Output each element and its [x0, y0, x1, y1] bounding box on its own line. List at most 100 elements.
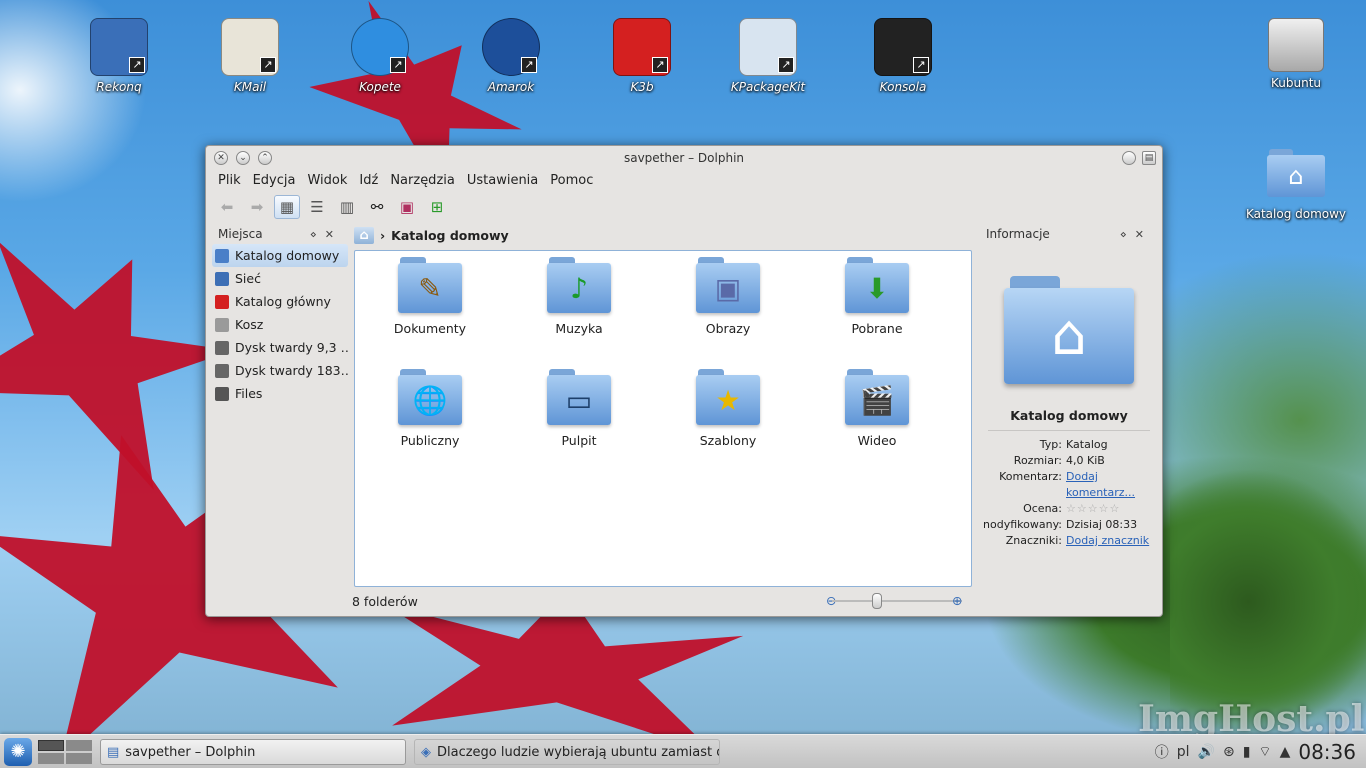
- volume-icon[interactable]: 🔊: [1198, 744, 1215, 760]
- network-icon[interactable]: ⊛: [1223, 744, 1235, 760]
- pencil-icon: ✎: [418, 272, 442, 305]
- minimize-icon[interactable]: ⌄: [236, 151, 250, 165]
- folder-item[interactable]: ✎ Dokumenty: [365, 257, 495, 336]
- desktop-icon-rekonq[interactable]: ↗ Rekonq: [64, 18, 174, 94]
- folder-icon: 🌐: [398, 369, 462, 427]
- menu-plik[interactable]: Plik: [212, 170, 247, 192]
- info-link[interactable]: Dodaj znacznik: [1066, 533, 1158, 549]
- info-row: Ocena: ☆☆☆☆☆: [980, 501, 1158, 517]
- zoom-slider-handle[interactable]: [872, 593, 882, 609]
- pager-icon[interactable]: [38, 740, 92, 764]
- dolphin-window: ✕ ⌄ ⌃ savpether – Dolphin ▤ Plik Edycja Wi…: [205, 145, 1163, 617]
- preview-icon[interactable]: ▣: [394, 195, 420, 219]
- desktop-icon-k3b[interactable]: ↗ K3b: [587, 18, 697, 94]
- menu-widok[interactable]: Widok: [301, 170, 353, 192]
- folder-item[interactable]: ⬇ Pobrane: [812, 257, 942, 336]
- taskbar-task-dolphin[interactable]: ▤ savpether – Dolphin: [100, 739, 406, 765]
- kickoff-menu-icon[interactable]: ✺: [4, 738, 32, 766]
- desktop-icon-home[interactable]: ⌂ Katalog domowy: [1241, 145, 1351, 221]
- places-item-label: Kosz: [235, 317, 264, 332]
- breadcrumb[interactable]: ⌂ › Katalog domowy: [352, 224, 976, 246]
- places-item-label: Files: [235, 386, 263, 401]
- wallpaper-foliage: [1170, 470, 1366, 734]
- places-item[interactable]: Katalog domowy: [212, 244, 348, 267]
- window-titlebar[interactable]: ✕ ⌄ ⌃ savpether – Dolphin ▤: [206, 146, 1162, 170]
- places-item[interactable]: Katalog główny: [212, 290, 348, 313]
- desktop-icon-label: Katalog domowy: [1245, 207, 1347, 221]
- taskbar-task-browser[interactable]: ◈ Dlaczego ludzie wybierają ubuntu zamia…: [414, 739, 720, 765]
- window-menu-icon[interactable]: [1122, 151, 1136, 165]
- folder-item[interactable]: 🌐 Publiczny: [365, 369, 495, 448]
- folder-icon: ★: [696, 369, 760, 427]
- download-arrow-icon: ⬇: [865, 272, 889, 305]
- info-row: Typ: Katalog: [980, 437, 1158, 453]
- folder-item[interactable]: ♪ Muzyka: [514, 257, 644, 336]
- panel-controls[interactable]: ⋄✕: [1120, 228, 1152, 241]
- folder-item[interactable]: ▭ Pulpit: [514, 369, 644, 448]
- desktop-icon-kpackagekit[interactable]: ↗ KPackageKit: [713, 18, 823, 94]
- information-panel: Informacje ⋄✕ ⌂ Katalog domowy Typ: Katal…: [980, 224, 1158, 614]
- folder-icon: ♪: [547, 257, 611, 315]
- info-row: Komentarz: Dodaj komentarz...: [980, 469, 1158, 501]
- menu-pomoc[interactable]: Pomoc: [544, 170, 599, 192]
- info-icon[interactable]: ⓘ: [1155, 742, 1169, 762]
- desktop-icon-amarok[interactable]: ↗ Amarok: [456, 18, 566, 94]
- chevron-right-icon: ›: [380, 227, 386, 243]
- desktop-icon-kopete[interactable]: ↗ Kopete: [325, 18, 435, 94]
- icons-view-icon[interactable]: ▦: [274, 195, 300, 219]
- places-item[interactable]: Kosz: [212, 313, 348, 336]
- desktop-icon-kubuntu[interactable]: Kubuntu: [1241, 18, 1351, 90]
- forward-arrow-icon[interactable]: ➡: [244, 195, 270, 219]
- place-icon: [215, 248, 229, 263]
- places-item-label: Dysk twardy 9,3 …: [235, 340, 348, 355]
- info-key: Znaczniki:: [1005, 534, 1062, 547]
- rekonq-icon: ↗: [90, 18, 148, 76]
- folder-item[interactable]: ★ Szablony: [663, 369, 793, 448]
- desktop-icon-konsola[interactable]: ↗ Konsola: [848, 18, 958, 94]
- info-value: Dzisiaj 08:33: [1066, 518, 1138, 531]
- desktop-icon-kmail[interactable]: ↗ KMail: [195, 18, 305, 94]
- close-icon[interactable]: ✕: [214, 151, 228, 165]
- notifications-icon[interactable]: ▲: [1280, 744, 1291, 760]
- keyboard-layout[interactable]: pl: [1177, 744, 1190, 760]
- zoom-in-icon[interactable]: ⊕: [952, 593, 962, 608]
- places-item[interactable]: Files: [212, 382, 348, 405]
- places-item[interactable]: Dysk twardy 9,3 …: [212, 336, 348, 359]
- places-item-label: Katalog główny: [235, 294, 331, 309]
- clock[interactable]: 08:36: [1298, 740, 1356, 764]
- places-item[interactable]: Dysk twardy 183…: [212, 359, 348, 382]
- details-view-icon[interactable]: ☰: [304, 195, 330, 219]
- menu-narzędzia[interactable]: Narzędzia: [384, 170, 461, 192]
- desktop-icon-label: Rekonq: [96, 80, 142, 94]
- link-arrow-icon: ↗: [260, 57, 276, 73]
- zoom-slider[interactable]: [832, 600, 962, 602]
- menu-idź[interactable]: Idź: [353, 170, 384, 192]
- folder-item[interactable]: 🎬 Wideo: [812, 369, 942, 448]
- home-icon[interactable]: ⌂: [354, 226, 374, 244]
- columns-view-icon[interactable]: ▥: [334, 195, 360, 219]
- menu-ustawienia[interactable]: Ustawienia: [461, 170, 544, 192]
- folder-item[interactable]: ▣ Obrazy: [663, 257, 793, 336]
- find-binoculars-icon[interactable]: ⚯: [364, 195, 390, 219]
- menu-edycja[interactable]: Edycja: [247, 170, 302, 192]
- wifi-icon[interactable]: ⌔: [1258, 743, 1271, 761]
- clapperboard-icon: 🎬: [859, 384, 895, 417]
- place-icon: [215, 294, 229, 309]
- maximize-icon[interactable]: ⌃: [258, 151, 272, 165]
- breadcrumb-current[interactable]: Katalog domowy: [391, 228, 509, 243]
- folder-label: Obrazy: [705, 321, 751, 336]
- folder-icon: 🎬: [845, 369, 909, 427]
- folder-icon: ⬇: [845, 257, 909, 315]
- places-item[interactable]: Sieć: [212, 267, 348, 290]
- kopete-icon: ↗: [351, 18, 409, 76]
- folder-grid[interactable]: ✎ Dokumenty ♪ Muzyka ▣ Obrazy ⬇ Pobrane 🌐 Publicz…: [354, 250, 972, 587]
- back-arrow-icon[interactable]: ⬅: [214, 195, 240, 219]
- battery-icon[interactable]: ▮: [1243, 744, 1251, 760]
- window-settings-icon[interactable]: ▤: [1142, 151, 1156, 165]
- split-view-icon[interactable]: ⊞: [424, 195, 450, 219]
- panel-controls[interactable]: ⋄✕: [310, 228, 342, 241]
- info-link[interactable]: Dodaj komentarz...: [1066, 469, 1158, 501]
- places-item-label: Dysk twardy 183…: [235, 363, 348, 378]
- k3b-icon: ↗: [613, 18, 671, 76]
- window-title: savpether – Dolphin: [623, 151, 745, 165]
